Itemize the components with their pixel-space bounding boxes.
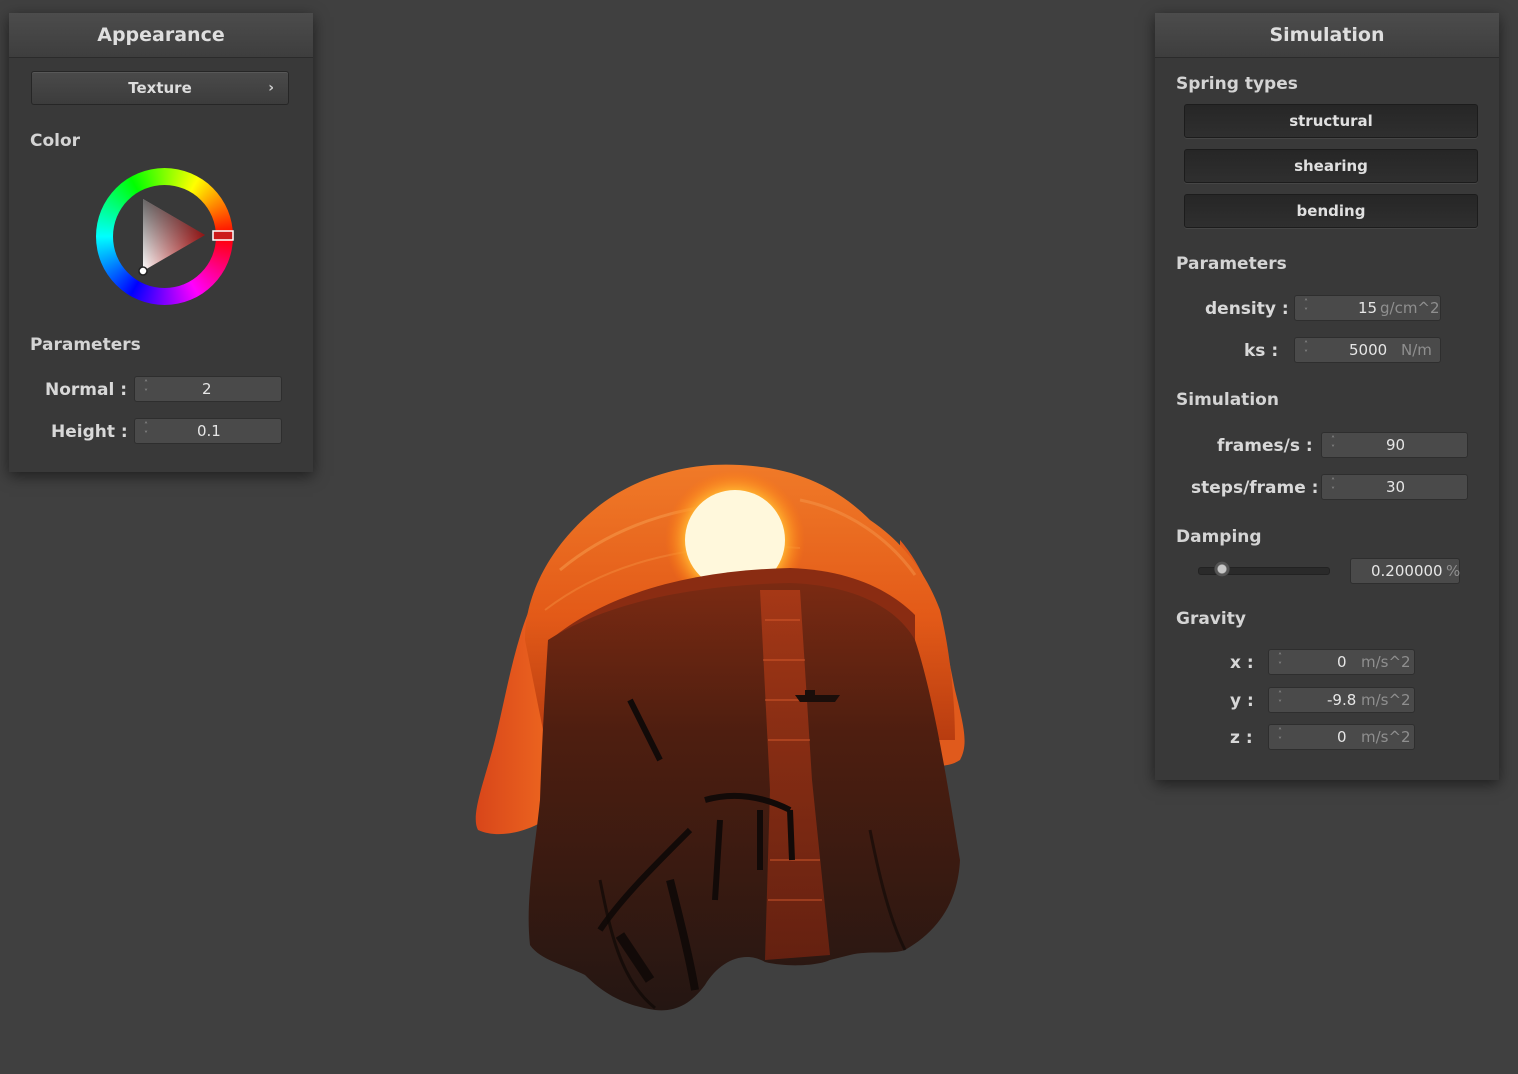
ks-unit: N/m	[1401, 341, 1432, 359]
gravity-z-value: 0	[1337, 728, 1347, 746]
density-unit: g/cm^2	[1380, 299, 1440, 317]
normal-value: 2	[202, 380, 212, 398]
gravity-z-unit: m/s^2	[1361, 728, 1411, 746]
normal-input[interactable]: ˄ ˅ 2	[134, 376, 282, 402]
spinner-icon[interactable]: ˄ ˅	[1328, 435, 1338, 455]
gravity-y-label: y :	[1230, 691, 1254, 711]
spinner-icon[interactable]: ˄ ˅	[1275, 652, 1285, 672]
appearance-parameters-title: Parameters	[30, 335, 141, 355]
normal-label: Normal :	[45, 380, 128, 400]
density-label: density :	[1205, 299, 1289, 319]
fps-value: 90	[1386, 436, 1406, 454]
appearance-panel: Appearance Texture › Color Parameters No…	[9, 13, 313, 472]
spinner-icon[interactable]: ˄ ˅	[1301, 298, 1311, 318]
spring-types-title: Spring types	[1176, 74, 1298, 94]
gravity-x-label: x :	[1230, 653, 1254, 673]
sim-simulation-title: Simulation	[1176, 390, 1279, 410]
height-label: Height :	[51, 422, 128, 442]
fps-input[interactable]: ˄ ˅ 90	[1321, 432, 1468, 458]
sim-parameters-title: Parameters	[1176, 254, 1287, 274]
gravity-x-unit: m/s^2	[1361, 653, 1411, 671]
gravity-z-input[interactable]: ˄ ˅ 0 m/s^2	[1268, 724, 1415, 750]
ks-value: 5000	[1349, 341, 1388, 359]
spinner-icon[interactable]: ˄ ˅	[1275, 690, 1285, 710]
spinner-icon[interactable]: ˄ ˅	[1328, 477, 1338, 497]
gravity-y-value: -9.8	[1327, 691, 1357, 709]
simulation-title: Simulation	[1155, 13, 1499, 58]
texture-button-label: Texture	[128, 79, 192, 97]
density-input[interactable]: ˄ ˅ 15 g/cm^2	[1294, 295, 1441, 321]
ks-input[interactable]: ˄ ˅ 5000 N/m	[1294, 337, 1441, 363]
appearance-title: Appearance	[9, 13, 313, 58]
gravity-x-value: 0	[1337, 653, 1347, 671]
spinner-icon[interactable]: ˄ ˅	[141, 421, 151, 441]
shearing-toggle[interactable]: shearing	[1184, 149, 1478, 183]
texture-button[interactable]: Texture ›	[31, 71, 289, 105]
damping-slider-handle[interactable]	[1214, 561, 1230, 577]
steps-value: 30	[1386, 478, 1406, 496]
density-value: 15	[1358, 299, 1378, 317]
bending-toggle[interactable]: bending	[1184, 194, 1478, 228]
ks-label: ks :	[1244, 341, 1279, 361]
gravity-y-input[interactable]: ˄ ˅ -9.8 m/s^2	[1268, 687, 1415, 713]
spinner-icon[interactable]: ˄ ˅	[141, 379, 151, 399]
color-wheel-inner	[113, 185, 216, 288]
color-section-title: Color	[30, 131, 81, 151]
damping-unit: %	[1446, 562, 1461, 580]
gravity-title: Gravity	[1176, 609, 1246, 629]
steps-input[interactable]: ˄ ˅ 30	[1321, 474, 1468, 500]
gravity-x-input[interactable]: ˄ ˅ 0 m/s^2	[1268, 649, 1415, 675]
height-value: 0.1	[197, 422, 221, 440]
gravity-y-unit: m/s^2	[1361, 691, 1411, 709]
height-input[interactable]: ˄ ˅ 0.1	[134, 418, 282, 444]
structural-toggle[interactable]: structural	[1184, 104, 1478, 138]
damping-title: Damping	[1176, 527, 1262, 547]
damping-input[interactable]: 0.200000 %	[1350, 558, 1460, 584]
gravity-z-label: z :	[1230, 728, 1253, 748]
simulation-panel: Simulation Spring types structural shear…	[1155, 13, 1499, 780]
steps-label: steps/frame :	[1191, 478, 1319, 498]
chevron-right-icon: ›	[268, 80, 274, 96]
spinner-icon[interactable]: ˄ ˅	[1275, 727, 1285, 747]
fps-label: frames/s :	[1217, 436, 1313, 456]
damping-value: 0.200000	[1371, 562, 1443, 580]
spinner-icon[interactable]: ˄ ˅	[1301, 340, 1311, 360]
